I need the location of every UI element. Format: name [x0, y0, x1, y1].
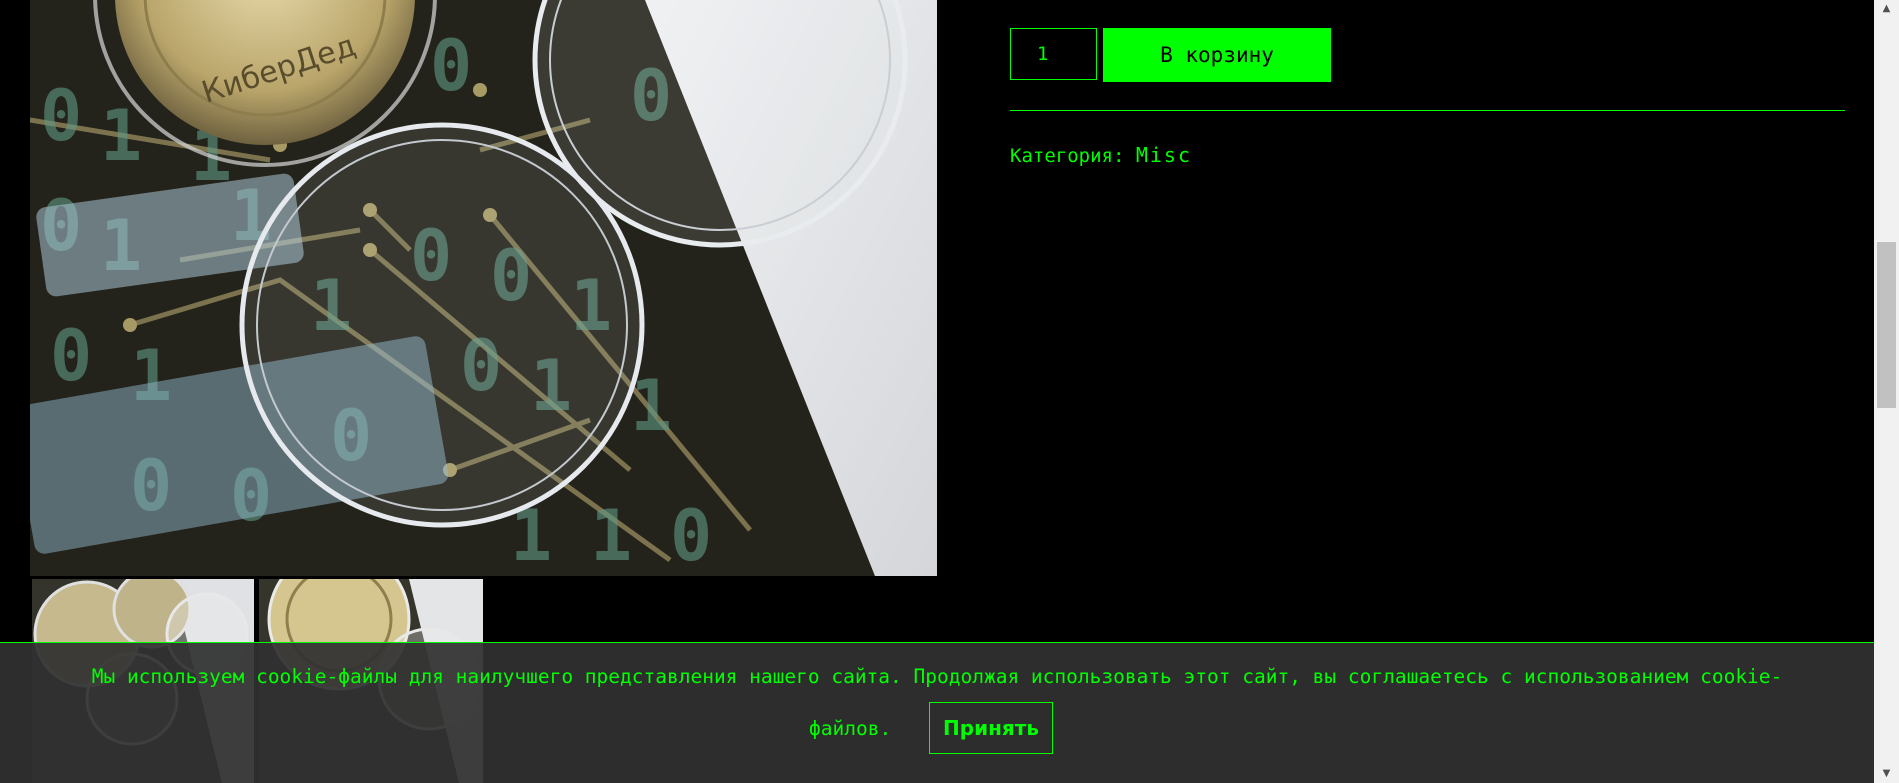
- page-viewport: 011 011 011 001 000 011 110 00 КиберДед: [0, 0, 1899, 783]
- divider: [1010, 110, 1845, 111]
- svg-text:0: 0: [40, 75, 82, 157]
- scroll-down-arrow-icon[interactable]: ▼: [1874, 765, 1899, 783]
- add-to-cart-button[interactable]: В корзину: [1103, 28, 1331, 82]
- product-photo-icon: 011 011 011 001 000 011 110 00 КиберДед: [30, 0, 937, 576]
- svg-text:1: 1: [590, 495, 632, 576]
- quantity-input[interactable]: [1010, 28, 1097, 80]
- scroll-up-arrow-icon[interactable]: ▲: [1874, 0, 1899, 18]
- cookie-consent-banner: Мы используем cookie-файлы для наилучшег…: [0, 642, 1874, 783]
- product-meta: Категория: Misc: [1010, 143, 1192, 167]
- category-link[interactable]: Misc: [1136, 143, 1192, 167]
- svg-text:0: 0: [430, 25, 472, 107]
- category-label: Категория:: [1010, 145, 1125, 167]
- cookie-accept-button[interactable]: Принять: [929, 702, 1053, 754]
- svg-text:0: 0: [50, 315, 92, 397]
- svg-text:0: 0: [670, 495, 712, 576]
- cookie-notice-text-continued: файлов.: [809, 717, 892, 740]
- product-main-image[interactable]: 011 011 011 001 000 011 110 00 КиберДед: [30, 0, 937, 576]
- cookie-notice-text: Мы используем cookie-файлы для наилучшег…: [91, 665, 1783, 688]
- scrollbar-thumb[interactable]: [1877, 242, 1896, 408]
